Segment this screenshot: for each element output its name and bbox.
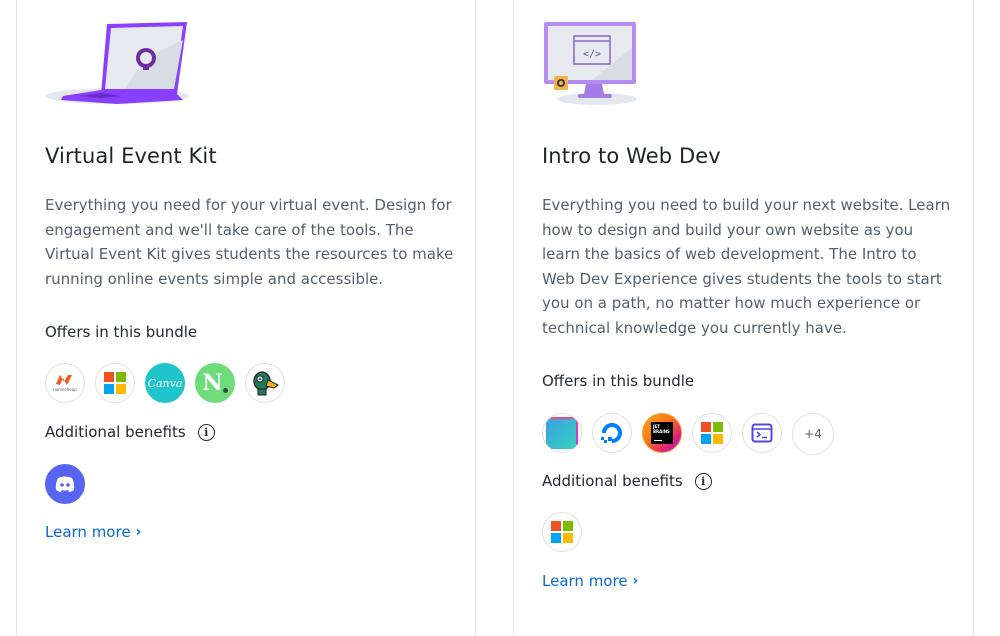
offers-logos: JET BRAINS +4 bbox=[542, 413, 834, 455]
learn-more-text: Learn more bbox=[45, 523, 131, 541]
microsoft-logo[interactable] bbox=[542, 512, 582, 552]
card-description: Everything you need for your virtual eve… bbox=[45, 196, 454, 288]
canva-logo-text: Canva bbox=[147, 376, 183, 390]
gradient-front bbox=[546, 419, 576, 449]
offers-label-text: Offers in this bundle bbox=[542, 372, 695, 390]
discord-logo[interactable] bbox=[45, 464, 85, 504]
card-description: Everything you need to build your next w… bbox=[542, 196, 951, 337]
offers-label: Offers in this bundle bbox=[45, 323, 197, 341]
benefits-logos bbox=[45, 464, 85, 504]
n-logo-text: N bbox=[202, 370, 223, 396]
microsoft-logo[interactable] bbox=[692, 413, 732, 453]
svg-text:</>: </> bbox=[583, 49, 601, 60]
bundle-card-intro-to-web-dev: </> Intro to Web Dev Everything you need… bbox=[513, 0, 974, 636]
offers-logos: namecheap Canva N bbox=[45, 363, 285, 403]
offers-label: Offers in this bundle bbox=[542, 372, 694, 390]
bundle-card-virtual-event-kit: Virtual Event Kit Everything you need fo… bbox=[16, 0, 476, 636]
chevron-right-icon: › bbox=[135, 524, 142, 540]
jetbrains-square: JET BRAINS bbox=[651, 422, 673, 444]
namecheap-logo[interactable]: namecheap bbox=[45, 363, 85, 403]
learn-more-link[interactable]: Learn more › bbox=[542, 572, 638, 590]
learn-more-text: Learn more bbox=[542, 572, 628, 590]
duck-logo[interactable] bbox=[245, 363, 285, 403]
learn-more-link[interactable]: Learn more › bbox=[45, 523, 141, 541]
chevron-right-icon: › bbox=[632, 573, 639, 589]
n-logo-dot bbox=[222, 387, 228, 393]
card-title: Virtual Event Kit bbox=[45, 144, 217, 168]
benefits-label: Additional benefits i bbox=[45, 423, 215, 441]
info-icon[interactable]: i bbox=[197, 423, 215, 441]
benefits-logos bbox=[542, 512, 582, 552]
microsoft-logo[interactable] bbox=[95, 363, 135, 403]
more-offers-count: +4 bbox=[804, 427, 822, 441]
jetbrains-underscore bbox=[654, 439, 662, 441]
terminal-window-logo[interactable] bbox=[742, 413, 782, 453]
benefits-label-text: Additional benefits bbox=[542, 472, 683, 490]
monitor-code-illustration: </> bbox=[542, 18, 672, 110]
card-title: Intro to Web Dev bbox=[542, 144, 721, 168]
jetbrains-logo[interactable]: JET BRAINS bbox=[642, 413, 682, 453]
n-logo[interactable]: N bbox=[195, 363, 235, 403]
offers-label-text: Offers in this bundle bbox=[45, 323, 198, 341]
laptop-github-illustration bbox=[45, 18, 215, 110]
benefits-label-text: Additional benefits bbox=[45, 423, 186, 441]
canva-logo[interactable]: Canva bbox=[145, 363, 185, 403]
more-offers-button[interactable]: +4 bbox=[792, 413, 834, 455]
svg-text:namecheap: namecheap bbox=[53, 387, 77, 392]
jetbrains-text: JET BRAINS bbox=[653, 424, 670, 434]
benefits-label: Additional benefits i bbox=[542, 472, 712, 490]
digitalocean-logo[interactable] bbox=[592, 413, 632, 453]
gradient-square-logo[interactable] bbox=[542, 413, 582, 453]
info-icon[interactable]: i bbox=[694, 472, 712, 490]
